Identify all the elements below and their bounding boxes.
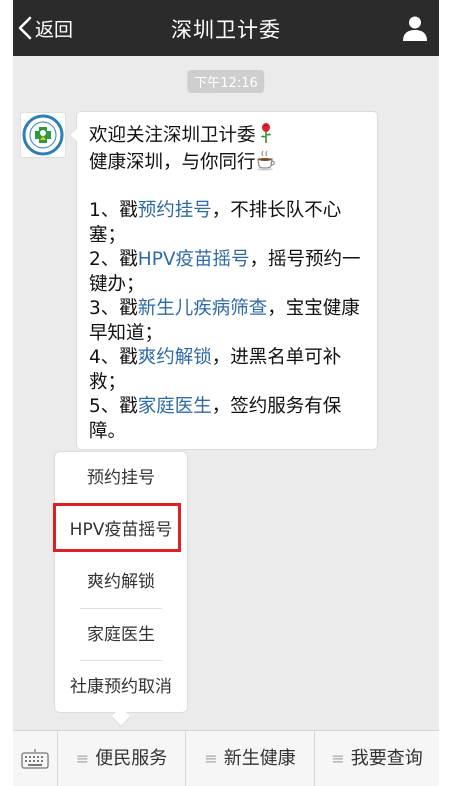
keyboard-icon bbox=[21, 748, 49, 769]
navigation-bar: 返回 深圳卫计委 bbox=[13, 0, 439, 56]
message-line: 健康深圳，与你同行 bbox=[89, 149, 365, 176]
link-hpv-lottery[interactable]: HPV疫苗摇号 bbox=[138, 249, 250, 270]
menu-guide-item-2: 2、戳HPV疫苗摇号，摇号预约一键办； bbox=[89, 248, 365, 297]
menu-lines-icon: ≡ bbox=[204, 749, 218, 768]
menu-guide-item-4: 4、戳爽约解锁，进黑名单可补救； bbox=[89, 346, 365, 395]
rose-emoji-icon bbox=[260, 123, 271, 143]
item-prefix: 2、戳 bbox=[89, 249, 138, 270]
menu-lines-icon: ≡ bbox=[75, 749, 90, 768]
menu-tab-my-queries[interactable]: ≡ 我要查询 bbox=[315, 731, 439, 786]
submenu-item-missed-unlock[interactable]: 爽约解锁 bbox=[55, 556, 187, 608]
back-label: 返回 bbox=[35, 18, 74, 41]
menu-tab-label: 便民服务 bbox=[95, 748, 168, 769]
chat-title: 深圳卫计委 bbox=[171, 18, 281, 42]
wechat-screen: 返回 深圳卫计委 下午12:16 欢迎关注深圳卫计委 健康深圳，与你同行 1、戳… bbox=[13, 0, 439, 786]
menu-tab-convenience-services[interactable]: ≡ 便民服务 bbox=[58, 731, 185, 786]
item-prefix: 1、戳 bbox=[89, 200, 138, 221]
submenu-item-cancel-appointment[interactable]: 社康预约取消 bbox=[55, 661, 187, 713]
keyboard-toggle-button[interactable] bbox=[13, 731, 57, 786]
menu-guide-item-3: 3、戳新生儿疾病筛查，宝宝健康早知道； bbox=[89, 297, 365, 346]
message-line: 欢迎关注深圳卫计委 bbox=[89, 122, 365, 149]
logo-icon bbox=[22, 114, 64, 156]
message-bubble: 欢迎关注深圳卫计委 健康深圳，与你同行 1、戳预约挂号，不排长队不心塞； 2、戳… bbox=[69, 111, 378, 450]
welcome-text: 欢迎关注深圳卫计委 bbox=[89, 125, 256, 146]
submenu-popup: 预约挂号 HPV疫苗摇号 爽约解锁 家庭医生 社康预约取消 bbox=[54, 451, 188, 713]
link-newborn-screening[interactable]: 新生儿疾病筛查 bbox=[138, 298, 268, 319]
profile-button[interactable] bbox=[401, 14, 429, 42]
item-prefix: 5、戳 bbox=[89, 396, 138, 417]
highlight-box bbox=[53, 503, 181, 552]
link-appointment[interactable]: 预约挂号 bbox=[138, 200, 212, 221]
menu-guide-item-5: 5、戳家庭医生，签约服务有保障。 bbox=[89, 395, 365, 444]
back-chevron-icon bbox=[18, 16, 32, 40]
menu-tab-label: 新生健康 bbox=[223, 748, 296, 769]
link-family-doctor[interactable]: 家庭医生 bbox=[138, 396, 212, 417]
item-prefix: 4、戳 bbox=[89, 347, 138, 368]
link-missed-unlock[interactable]: 爽约解锁 bbox=[138, 347, 212, 368]
back-button[interactable]: 返回 bbox=[17, 12, 73, 44]
menu-tab-newborn-health[interactable]: ≡ 新生健康 bbox=[186, 731, 314, 786]
profile-icon bbox=[403, 16, 427, 41]
menu-tab-label: 我要查询 bbox=[350, 748, 423, 769]
submenu-item-family-doctor[interactable]: 家庭医生 bbox=[55, 609, 187, 661]
bottom-menu-bar: ≡ 便民服务 ≡ 新生健康 ≡ 我要查询 bbox=[13, 730, 439, 786]
slogan-text: 健康深圳，与你同行 bbox=[89, 151, 256, 173]
menu-lines-icon: ≡ bbox=[331, 749, 345, 768]
message-timestamp: 下午12:16 bbox=[187, 70, 265, 93]
account-avatar[interactable] bbox=[20, 112, 66, 158]
submenu-item-appointment[interactable]: 预约挂号 bbox=[55, 452, 187, 504]
coffee-emoji-icon bbox=[256, 150, 275, 170]
menu-guide-item-1: 1、戳预约挂号，不排长队不心塞； bbox=[89, 199, 365, 248]
item-prefix: 3、戳 bbox=[89, 298, 138, 319]
